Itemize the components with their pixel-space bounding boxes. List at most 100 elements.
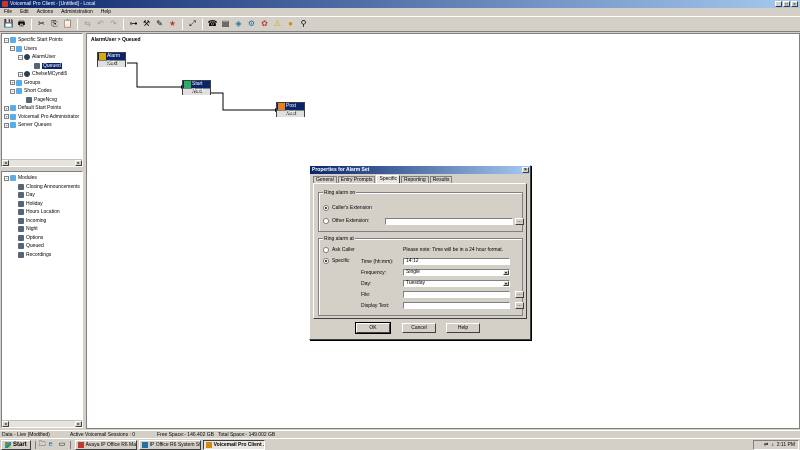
specific-radio[interactable] [323,258,329,264]
flow-icon[interactable]: ⇆ [82,19,93,30]
module-item[interactable]: Hours Location [4,208,80,217]
expand-icon[interactable]: + [4,105,9,111]
help-button[interactable]: Help [446,323,480,333]
group-icon[interactable]: ⊶ [128,19,139,30]
file-browse-button[interactable]: … [515,291,524,298]
other-extension-field[interactable] [385,218,513,225]
module-item[interactable]: Night [4,225,80,234]
alarm-icon[interactable]: ● [285,19,296,30]
other-extension-browse-button[interactable]: … [515,218,524,225]
menu-help[interactable]: Help [101,9,111,15]
expand-icon[interactable]: + [4,114,9,120]
module-item[interactable]: Queued [4,242,80,251]
redo-icon[interactable]: ↷ [108,19,119,30]
other-extension-radio[interactable] [323,218,329,224]
ask-caller-radio[interactable] [323,247,329,253]
scroll-right-icon[interactable]: ▸ [75,421,82,427]
module-item[interactable]: Holiday [4,200,80,209]
print-icon[interactable]: 🖶 [16,19,27,30]
module-item[interactable]: Day [4,191,80,200]
file-field[interactable] [403,291,510,298]
taskbar-item-system-status[interactable]: IP Office R6 System Stat... [138,439,201,450]
ok-button[interactable]: OK [355,322,391,334]
tree-node-queued[interactable]: Queued [4,62,80,71]
collapse-icon[interactable]: − [18,54,23,60]
tree-node-other-user[interactable]: + ChelseMCyndi5 [4,70,80,79]
expand-icon[interactable]: + [18,71,23,77]
collapse-icon[interactable]: − [10,88,15,94]
module-icon[interactable]: ⚙ [246,19,257,30]
collapse-icon[interactable]: − [10,46,15,52]
horizontal-scrollbar[interactable]: ◂ ▸ [2,420,82,427]
tab-entry-prompts[interactable]: Entry Prompts [337,176,376,183]
tab-general[interactable]: General [313,176,337,183]
scroll-right-icon[interactable]: ▸ [75,160,82,166]
day-select[interactable]: Tuesday ▾ [403,280,510,287]
tree-node-users[interactable]: − Users [4,45,80,54]
callers-extension-radio[interactable] [323,205,329,211]
dialog-close-button[interactable]: × [522,167,529,173]
other-extension-radio-row[interactable]: Other Extension: [323,218,369,224]
copy-icon[interactable]: ⎘ [49,19,60,30]
specific-radio-row[interactable]: Specific [323,258,350,264]
tab-specific[interactable]: Specific [376,175,400,183]
module-item[interactable]: Recordings [4,251,80,260]
explorer-icon[interactable]: 🗀 [39,441,47,449]
dropdown-arrow-icon[interactable]: ▾ [503,281,509,286]
display-text-field[interactable] [403,302,510,309]
cancel-button[interactable]: Cancel [402,323,436,333]
tab-reporting[interactable]: Reporting [401,176,429,183]
tree-node-server-queues[interactable]: + Server Queues [4,121,80,130]
tree-node-vm-admin[interactable]: + Voicemail Pro Administrator [4,113,80,122]
tree-node-groups[interactable]: + Groups [4,79,80,88]
ask-caller-radio-row[interactable]: Ask Caller [323,247,355,253]
close-button[interactable]: × [791,1,798,8]
tree-node-page-ncvg[interactable]: PageNcvg [4,96,80,105]
display-text-browse-button[interactable]: … [515,302,524,309]
database-icon[interactable]: ▤ [220,19,231,30]
taskbar-item-avaya-manager[interactable]: Avaya IP Office R6 Man... [74,439,137,450]
time-field[interactable]: 14:12 [403,258,510,265]
internet-explorer-icon[interactable]: e [49,441,57,449]
undo-icon[interactable]: ↶ [95,19,106,30]
menu-file[interactable]: File [4,9,12,15]
tree-node-modules[interactable]: − Modules [4,174,80,183]
goto-icon[interactable]: ★ [167,19,178,30]
tools-icon[interactable]: ⚒ [141,19,152,30]
tab-results[interactable]: Results [429,176,453,183]
scroll-left-icon[interactable]: ◂ [2,421,9,427]
menu-administration[interactable]: Administration [61,9,93,15]
action-start-point[interactable]: Start Point Next [182,80,211,95]
connect-icon[interactable]: ✎ [154,19,165,30]
collapse-icon[interactable]: − [4,175,9,181]
telephony-icon[interactable]: ☎ [207,19,218,30]
action-post-dial[interactable]: Post Dial Next [276,102,305,117]
scroll-left-icon[interactable]: ◂ [2,160,9,166]
queue-icon[interactable]: ⤢ [187,19,198,30]
config-icon[interactable]: ⚲ [298,19,309,30]
start-button[interactable]: Start [1,439,31,450]
module-item[interactable]: Options [4,234,80,243]
menu-edit[interactable]: Edit [20,9,29,15]
tree-node-short-codes[interactable]: − Short Codes [4,87,80,96]
menu-actions[interactable]: Actions [37,9,53,15]
module-item[interactable]: Closing Announcements [4,183,80,192]
tree-node-start-points[interactable]: − Specific Start Points [4,36,80,45]
expand-icon[interactable]: + [10,80,15,86]
volume-icon[interactable]: ♪ [771,442,774,448]
tree-node-default-start[interactable]: + Default Start Points [4,104,80,113]
warn-icon[interactable]: ⚠ [272,19,283,30]
expand-icon[interactable]: + [4,122,9,128]
dropdown-arrow-icon[interactable]: ▾ [503,270,509,275]
cut-icon[interactable]: ✂ [36,19,47,30]
desktop-icon[interactable]: ▭ [59,441,67,449]
condition-icon[interactable]: ◈ [233,19,244,30]
paste-icon[interactable]: 📋 [62,19,73,30]
module-item[interactable]: Incoming [4,217,80,226]
horizontal-scrollbar[interactable]: ◂ ▸ [2,159,82,166]
save-icon[interactable]: 💾 [3,19,14,30]
misc-icon[interactable]: ✿ [259,19,270,30]
maximize-button[interactable]: □ [783,1,790,8]
frequency-select[interactable]: Single ▾ [403,269,510,276]
callers-extension-radio-row[interactable]: Caller's Extension [323,205,372,211]
